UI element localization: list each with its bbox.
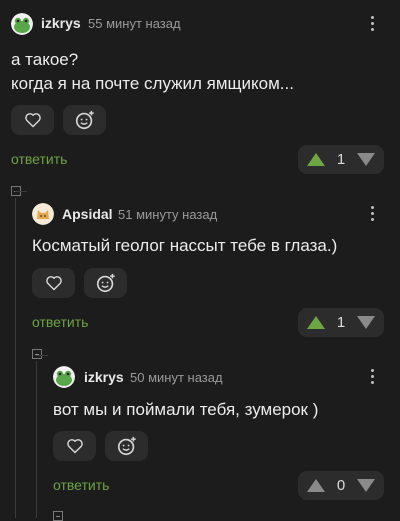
like-button[interactable] [32,268,75,298]
thread-line[interactable] [15,198,16,518]
comment-author[interactable]: izkrys [84,369,124,385]
thread-branch [15,191,27,192]
heart-icon [24,113,41,128]
more-options-icon[interactable] [370,206,374,221]
downvote-icon[interactable] [357,153,375,166]
heart-icon [45,276,62,291]
like-button[interactable] [53,431,96,461]
avatar[interactable] [32,203,54,225]
upvote-icon[interactable] [307,316,325,329]
reply-link[interactable]: ответить [32,314,88,330]
collapse-thread-button[interactable] [32,349,42,359]
downvote-icon[interactable] [357,479,375,492]
comment-time: 55 минут назад [88,16,181,31]
reply-link[interactable]: ответить [53,477,109,493]
rating-control: 0 [298,471,384,500]
comment-time: 51 минуту назад [118,207,218,222]
reply-link[interactable]: ответить [11,151,67,167]
rating-count: 1 [336,314,346,331]
frog-avatar-icon [53,366,75,388]
comment-author[interactable]: Apsidal [62,206,113,222]
add-emoji-icon [96,273,115,293]
thread-branch [36,355,48,356]
comment-text-line: вот мы и поймали тебя, зумерок ) [53,400,319,419]
comment-text-line: когда я на почте служил ямщиком... [11,74,294,93]
like-button[interactable] [11,105,54,135]
upvote-icon[interactable] [307,479,325,492]
add-reaction-button[interactable] [84,268,127,298]
more-options-icon[interactable] [370,369,374,384]
rating-control: 1 [298,308,384,337]
avatar[interactable] [11,13,33,35]
more-options-icon[interactable] [370,16,374,31]
rating-count: 1 [336,151,346,168]
upvote-icon[interactable] [307,153,325,166]
collapse-thread-button[interactable] [53,511,63,521]
heart-icon [66,439,83,454]
downvote-icon[interactable] [357,316,375,329]
add-emoji-icon [117,436,136,456]
frog-avatar-icon [11,13,33,35]
comment-author[interactable]: izkrys [41,15,81,31]
add-emoji-icon [75,110,94,130]
comment-time: 50 минут назад [130,370,223,385]
avatar[interactable] [53,366,75,388]
cat-avatar-icon [32,203,54,225]
comment-text-line: Косматый геолог нассыт тебе в глаза.) [32,236,338,255]
rating-count: 0 [336,477,346,494]
add-reaction-button[interactable] [63,105,106,135]
thread-line[interactable] [36,361,37,518]
rating-control: 1 [298,145,384,174]
add-reaction-button[interactable] [105,431,148,461]
comment-text-line: а такое? [11,50,79,69]
